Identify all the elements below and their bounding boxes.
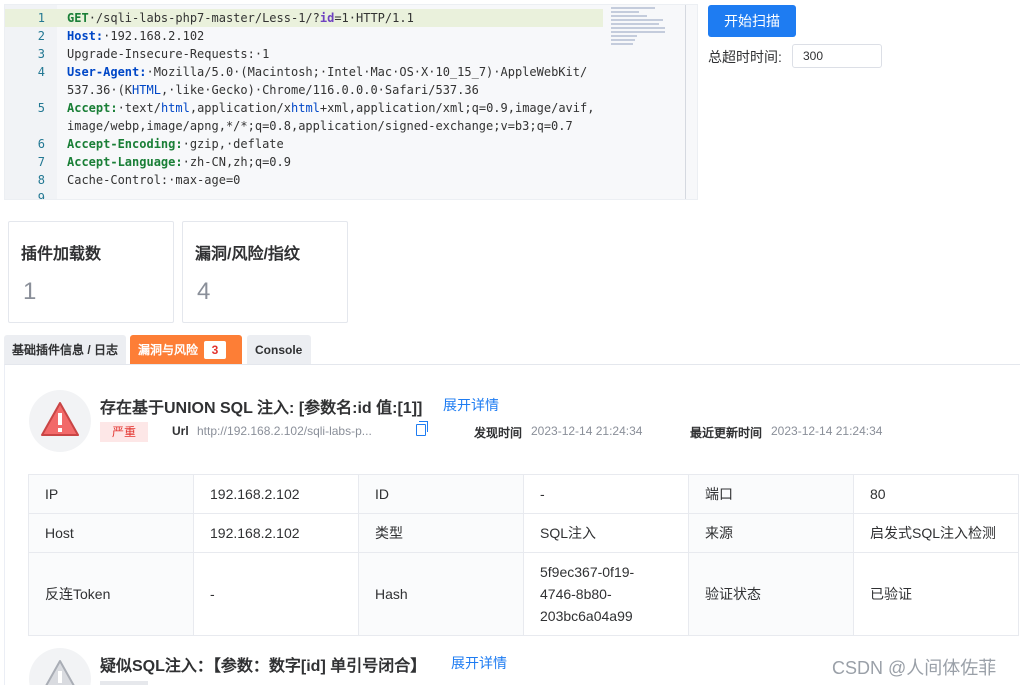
id-value: - — [523, 474, 689, 514]
host-value: 192.168.2.102 — [193, 513, 359, 553]
expand-details-link[interactable]: 展开详情 — [443, 395, 499, 415]
watermark: CSDN @人间体佐菲 — [832, 658, 997, 678]
found-time-value: 2023-12-14 21:24:34 — [531, 424, 643, 438]
plugin-count-title: 插件加载数 — [21, 246, 102, 263]
vuln-details-table: IP 192.168.2.102 ID - 端口 80 Host 192.168… — [28, 474, 1019, 636]
hash-value: 5f9ec367-0f19- 4746-8b80- 203bc6a04a99 — [523, 552, 689, 636]
updated-time-value: 2023-12-14 21:24:34 — [771, 424, 883, 438]
warning-icon — [29, 390, 91, 452]
line-number: 6 — [37, 137, 45, 151]
ip-key: IP — [28, 474, 194, 514]
tab-console[interactable]: Console — [247, 335, 311, 365]
source-key: 来源 — [688, 513, 854, 553]
line-text: Accept-Encoding:·gzip,·deflate — [67, 137, 284, 151]
source-value: 启发式SQL注入检测 — [853, 513, 1019, 553]
start-scan-button[interactable]: 开始扫描 — [708, 5, 796, 37]
token-key: 反连Token — [28, 552, 194, 636]
line-text: Upgrade-Insecure-Requests:·1 — [67, 47, 270, 61]
verify-key: 验证状态 — [688, 552, 854, 636]
type-key: 类型 — [358, 513, 524, 553]
table-row: IP 192.168.2.102 ID - 端口 80 — [28, 474, 1019, 514]
host-key: Host — [28, 513, 194, 553]
line-number: 1 — [37, 11, 45, 25]
line-number: 9 — [37, 191, 45, 200]
line-text: image/webp,image/apng,*/*;q=0.8,applicat… — [67, 119, 573, 133]
vuln-count-title: 漏洞/风险/指纹 — [195, 246, 300, 263]
line-text: Accept:·text/html,application/xhtml+xml,… — [67, 101, 595, 115]
editor-scrollbar[interactable] — [685, 5, 686, 199]
port-value: 80 — [853, 474, 1019, 514]
editor-minimap[interactable] — [611, 5, 671, 199]
ip-value: 192.168.2.102 — [193, 474, 359, 514]
tab-basic-info[interactable]: 基础插件信息 / 日志 — [4, 335, 126, 365]
tab-vulns-label: 漏洞与风险 — [138, 343, 199, 357]
timeout-label: 总超时时间: — [708, 49, 782, 65]
verify-value: 已验证 — [853, 552, 1019, 636]
port-key: 端口 — [688, 474, 854, 514]
expand-details-link[interactable]: 展开详情 — [451, 653, 507, 673]
found-time-label: 发现时间 — [474, 426, 523, 440]
vuln-title: 存在基于UNION SQL 注入: [参数名:id 值:[1]] — [100, 400, 423, 417]
tab-basic-info-label: 基础插件信息 / 日志 — [12, 343, 119, 357]
line-number: 2 — [37, 29, 45, 43]
hash-key: Hash — [358, 552, 524, 636]
code-line[interactable]: 1 GET·/sqli-labs-php7-master/Less-1/?id=1… — [5, 9, 603, 27]
timeout-input[interactable] — [792, 44, 882, 68]
id-key: ID — [358, 474, 524, 514]
line-number: 5 — [37, 101, 45, 115]
table-row: Host 192.168.2.102 类型 SQL注入 来源 启发式SQL注入检… — [28, 513, 1019, 553]
line-text: Cache-Control:·max-age=0 — [67, 173, 241, 187]
line-text: User-Agent:·Mozilla/5.0·(Macintosh;·Inte… — [67, 65, 588, 79]
line-number: 3 — [37, 47, 45, 61]
hash-line: 203bc6a04a99 — [540, 608, 633, 624]
line-number: 7 — [37, 155, 45, 169]
url-label: Url — [172, 424, 189, 438]
copy-icon[interactable] — [416, 421, 428, 436]
line-text: Accept-Language:·zh-CN,zh;q=0.9 — [67, 155, 291, 169]
type-value: SQL注入 — [523, 513, 689, 553]
hash-line: 5f9ec367-0f19- — [540, 564, 635, 580]
table-row: 反连Token - Hash 5f9ec367-0f19- 4746-8b80-… — [28, 552, 1019, 636]
line-text: GET·/sqli-labs-php7-master/Less-1/?id=1·… — [67, 11, 414, 25]
plugin-count-value: 1 — [23, 278, 37, 305]
severity-badge: 严重 — [100, 422, 148, 442]
hash-line: 4746-8b80- — [540, 586, 612, 602]
line-text: 537.36·(KHTML,·like·Gecko)·Chrome/116.0.… — [67, 83, 479, 97]
vuln-title: 疑似SQL注入：【参数：数字[id] 单引号闭合】 — [100, 658, 427, 675]
request-editor[interactable]: 1 GET·/sqli-labs-php7-master/Less-1/?id=1… — [4, 4, 698, 200]
severity-badge — [100, 681, 148, 685]
tab-vulns[interactable]: 漏洞与风险 3 — [130, 335, 242, 365]
tab-console-label: Console — [255, 343, 303, 357]
vuln-count-card: 漏洞/风险/指纹 4 — [182, 221, 348, 323]
line-text: Host:·192.168.2.102 — [67, 29, 205, 43]
line-number: 8 — [37, 173, 45, 187]
token-value: - — [193, 552, 359, 636]
url-value[interactable]: http://192.168.2.102/sqli-labs-p... — [197, 424, 372, 438]
line-number: 4 — [37, 65, 45, 79]
updated-time-label: 最近更新时间 — [690, 426, 763, 440]
vuln-count-value: 4 — [197, 278, 211, 305]
plugin-count-card: 插件加载数 1 — [8, 221, 174, 323]
vuln-count-badge: 3 — [204, 341, 227, 359]
